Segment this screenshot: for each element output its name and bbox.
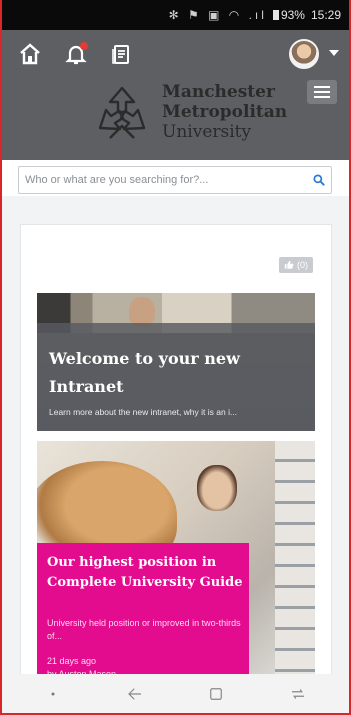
avatar[interactable] [289,39,319,69]
notifications-button[interactable] [58,36,94,72]
news-card: Our highest position in Complete Univers… [37,543,249,685]
recents-icon [292,688,305,699]
app-frame: ✻ ⚑ ▣ ◠ .ıl 93% 15:29 Manchester Metropo… [0,0,351,715]
news-panel: (0) Welcome to your new Intranet Learn m… [20,224,332,685]
search-input[interactable] [19,174,307,186]
nav-dot-button[interactable] [38,679,68,709]
dot-icon [51,692,55,695]
status-indicators: ✻ ⚑ ▣ ◠ .ıl [168,8,267,22]
thumbs-up-icon [284,260,294,269]
brand-wordmark: Manchester Metropolitan University [162,82,287,142]
like-button[interactable]: (0) [279,257,313,273]
status-time: 15:29 [310,8,341,22]
battery-level: 93% [272,8,305,22]
home-button[interactable] [12,36,48,72]
battery-icon [272,10,279,20]
news-item-welcome[interactable]: Welcome to your new Intranet Learn more … [37,293,315,431]
back-button[interactable] [120,679,150,709]
chevron-down-icon[interactable] [329,50,339,56]
menu-icon [314,86,330,88]
search-icon [313,174,325,186]
main-content: (0) Welcome to your new Intranet Learn m… [2,196,349,685]
news-item-university-guide[interactable]: Our highest position in Complete Univers… [37,441,315,685]
brand-line-1: Manchester [162,82,275,102]
status-bar: ✻ ⚑ ▣ ◠ .ıl 93% 15:29 [2,0,349,30]
news-title[interactable]: Welcome to your new Intranet [49,345,299,401]
university-logo [98,86,146,139]
app-toolbar [2,30,349,78]
news-date: 21 days ago [47,656,97,666]
search-button[interactable] [307,168,331,192]
like-count: (0) [297,260,308,270]
news-image-shelves [275,441,315,685]
news-image-student-2 [197,465,237,511]
news-excerpt: University held position or improved in … [47,618,241,641]
hamburger-menu-button[interactable] [307,80,337,104]
system-navigation-bar [2,674,349,713]
notification-dot [80,42,88,50]
recents-button[interactable] [283,679,313,709]
brand-header: Manchester Metropolitan University [2,78,349,160]
documents-icon [112,45,129,64]
documents-button[interactable] [104,36,140,72]
brand-line-3: University [162,122,252,142]
news-excerpt: Learn more about the new intranet, why i… [49,407,238,417]
back-arrow-icon [127,687,141,700]
search-bar [18,166,332,194]
home-icon [20,43,40,65]
news-title[interactable]: Our highest position in Complete Univers… [47,553,243,593]
home-nav-button[interactable] [201,679,231,709]
brand-line-2: Metropolitan [162,102,288,122]
square-icon [210,687,223,700]
